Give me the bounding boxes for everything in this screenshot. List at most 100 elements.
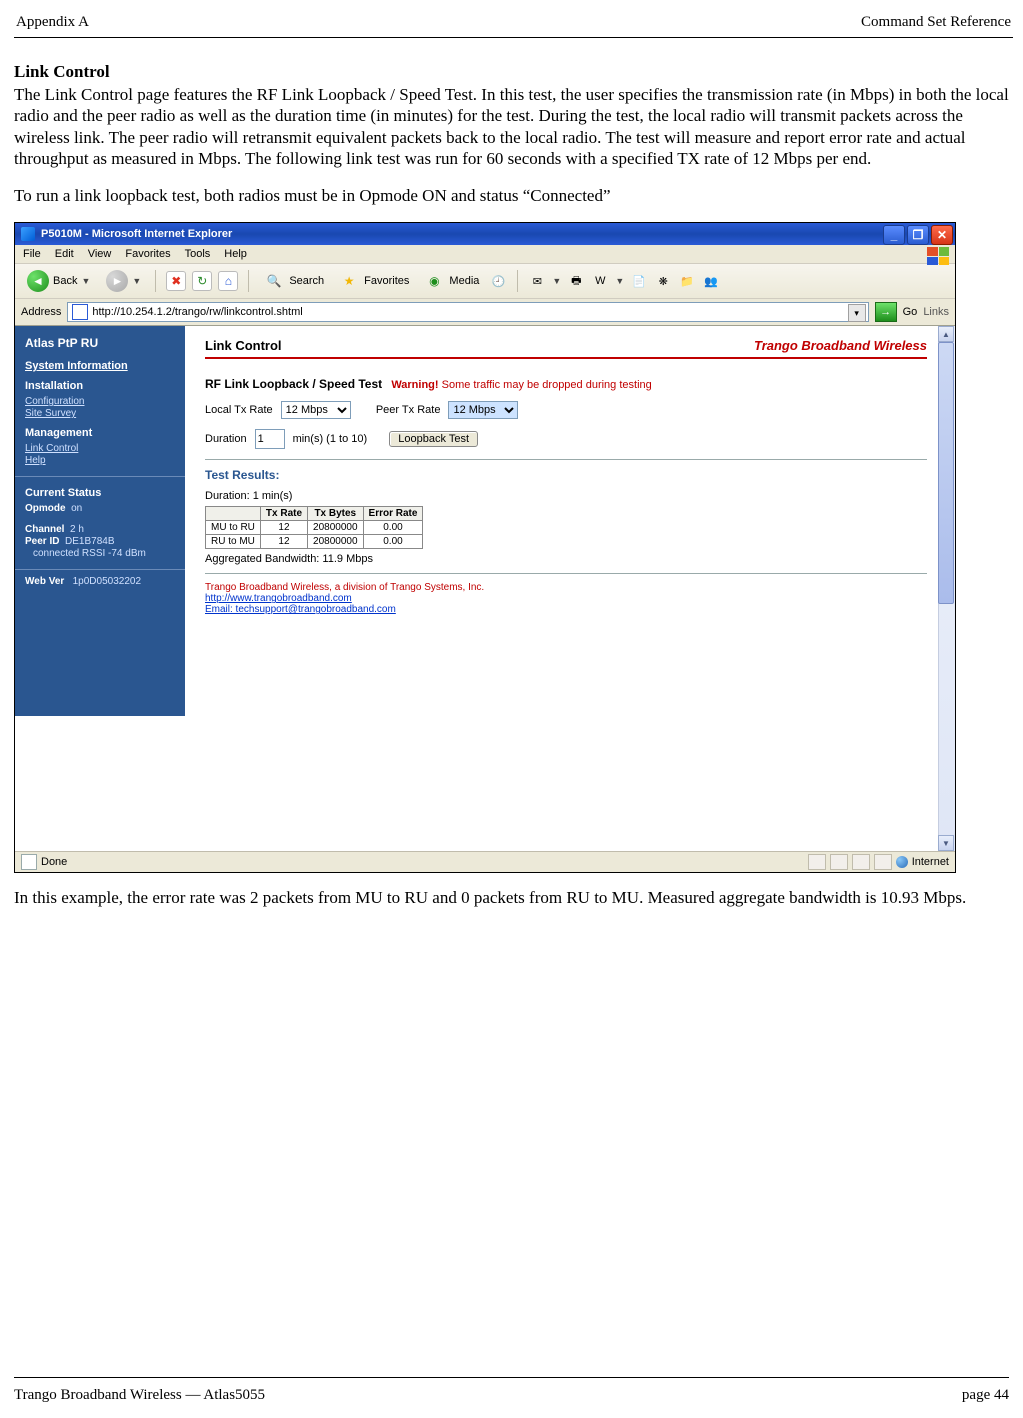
separator bbox=[155, 270, 156, 292]
sidebar: Atlas PtP RU System Information Installa… bbox=[15, 326, 185, 716]
status-pane bbox=[852, 854, 870, 870]
test-title: RF Link Loopback / Speed Test bbox=[205, 377, 382, 391]
content-area: ▲ ▼ Atlas PtP RU System Information Inst… bbox=[15, 326, 955, 851]
duration-input[interactable] bbox=[255, 429, 285, 449]
footer-links: Trango Broadband Wireless, a division of… bbox=[205, 582, 927, 615]
menu-view[interactable]: View bbox=[88, 248, 112, 260]
discuss-icon[interactable]: 📄 bbox=[630, 272, 648, 290]
scroll-down-button[interactable]: ▼ bbox=[938, 835, 954, 851]
doc-footer-right: page 44 bbox=[962, 1387, 1009, 1404]
cell: 20800000 bbox=[308, 535, 364, 549]
warning-label: Warning! bbox=[391, 379, 438, 391]
menu-tools[interactable]: Tools bbox=[185, 248, 211, 260]
table-row: MU to RU 12 20800000 0.00 bbox=[206, 521, 423, 535]
test-heading-row: RF Link Loopback / Speed Test Warning! S… bbox=[205, 377, 927, 391]
results-table: Tx Rate Tx Bytes Error Rate MU to RU 12 … bbox=[205, 506, 423, 549]
close-button[interactable]: ✕ bbox=[931, 225, 953, 245]
page-title: Link Control bbox=[205, 338, 282, 353]
chevron-down-icon: ▼ bbox=[81, 276, 90, 286]
history-icon[interactable]: 🕘 bbox=[489, 272, 507, 290]
txrate-row: Local Tx Rate 12 Mbps Peer Tx Rate 12 Mb… bbox=[205, 401, 927, 419]
sidebar-heading-mgmt: Management bbox=[25, 427, 177, 439]
peer-tx-label: Peer Tx Rate bbox=[376, 404, 441, 416]
go-button[interactable]: → bbox=[875, 302, 897, 322]
channel-value: 2 h bbox=[70, 524, 84, 535]
search-label: Search bbox=[289, 275, 324, 287]
row-label: RU to MU bbox=[206, 535, 261, 549]
cell: 0.00 bbox=[363, 521, 423, 535]
divider bbox=[205, 459, 927, 460]
refresh-icon[interactable]: ↻ bbox=[192, 271, 212, 291]
row-label: MU to RU bbox=[206, 521, 261, 535]
forward-button[interactable]: ► ▼ bbox=[102, 268, 145, 294]
webver-value: 1p0D05032202 bbox=[73, 576, 141, 587]
sidebar-link-configuration[interactable]: Configuration bbox=[25, 396, 177, 407]
status-pane bbox=[874, 854, 892, 870]
footer-company: Trango Broadband Wireless, a division of… bbox=[205, 582, 927, 593]
cell: 20800000 bbox=[308, 521, 364, 535]
folder-icon[interactable]: 📁 bbox=[678, 272, 696, 290]
address-input[interactable]: http://10.254.1.2/trango/rw/linkcontrol.… bbox=[67, 302, 868, 322]
doc-header-left: Appendix A bbox=[16, 14, 89, 31]
menu-favorites[interactable]: Favorites bbox=[125, 248, 170, 260]
sidebar-link-linkcontrol[interactable]: Link Control bbox=[25, 443, 177, 454]
loopback-test-button[interactable]: Loopback Test bbox=[389, 431, 478, 447]
body-para-2: To run a link loopback test, both radios… bbox=[14, 185, 1013, 206]
header-rule bbox=[14, 37, 1013, 38]
th-blank bbox=[206, 507, 261, 521]
home-icon[interactable]: ⌂ bbox=[218, 271, 238, 291]
webver-label: Web Ver bbox=[25, 576, 64, 587]
status-pane bbox=[830, 854, 848, 870]
sidebar-link-help[interactable]: Help bbox=[25, 455, 177, 466]
address-dropdown[interactable]: ▾ bbox=[848, 304, 866, 322]
window-controls: _ ❐ ✕ bbox=[883, 225, 953, 245]
windows-flag-icon bbox=[927, 247, 949, 265]
titlebar: P5010M - Microsoft Internet Explorer _ ❐… bbox=[15, 223, 955, 245]
sidebar-item-sysinfo[interactable]: System Information bbox=[25, 360, 177, 372]
links-label[interactable]: Links bbox=[923, 306, 949, 318]
edit-icon[interactable]: W bbox=[591, 272, 609, 290]
addressbar: Address http://10.254.1.2/trango/rw/link… bbox=[15, 299, 955, 326]
back-label: Back bbox=[53, 275, 77, 287]
maximize-button[interactable]: ❐ bbox=[907, 225, 929, 245]
minimize-button[interactable]: _ bbox=[883, 225, 905, 245]
scrollbar-thumb[interactable] bbox=[938, 342, 954, 604]
table-header-row: Tx Rate Tx Bytes Error Rate bbox=[206, 507, 423, 521]
menu-help[interactable]: Help bbox=[224, 248, 247, 260]
research-icon[interactable]: ❋ bbox=[654, 272, 672, 290]
separator bbox=[248, 270, 249, 292]
peer-tx-select[interactable]: 12 Mbps bbox=[448, 401, 518, 419]
star-icon: ★ bbox=[338, 270, 360, 292]
brand-label: Trango Broadband Wireless bbox=[754, 338, 927, 353]
scroll-up-button[interactable]: ▲ bbox=[938, 326, 954, 342]
stop-icon[interactable]: ✖ bbox=[166, 271, 186, 291]
go-label: Go bbox=[903, 306, 918, 318]
mail-icon[interactable]: ✉ bbox=[528, 272, 546, 290]
search-button[interactable]: 🔍 Search bbox=[259, 268, 328, 294]
local-tx-select[interactable]: 12 Mbps bbox=[281, 401, 351, 419]
th-errate: Error Rate bbox=[363, 507, 423, 521]
messenger-icon[interactable]: 👥 bbox=[702, 272, 720, 290]
warning-text: Some traffic may be dropped during testi… bbox=[439, 379, 652, 391]
chevron-down-icon: ▼ bbox=[552, 276, 561, 286]
footer-email-link[interactable]: Email: techsupport@trangobroadband.com bbox=[205, 604, 927, 615]
sidebar-link-sitesurvey[interactable]: Site Survey bbox=[25, 408, 177, 419]
favorites-button[interactable]: ★ Favorites bbox=[334, 268, 413, 294]
done-icon bbox=[21, 854, 37, 870]
footer-url-link[interactable]: http://www.trangobroadband.com bbox=[205, 593, 927, 604]
menu-edit[interactable]: Edit bbox=[55, 248, 74, 260]
cell: 0.00 bbox=[363, 535, 423, 549]
body-para-3: In this example, the error rate was 2 pa… bbox=[14, 887, 1013, 908]
media-button[interactable]: ◉ Media bbox=[419, 268, 483, 294]
opmode-label: Opmode bbox=[25, 503, 66, 514]
statusbar: Done Internet bbox=[15, 851, 955, 872]
results-title: Test Results: bbox=[205, 468, 927, 482]
chevron-down-icon: ▼ bbox=[132, 276, 141, 286]
menu-file[interactable]: File bbox=[23, 248, 41, 260]
opmode-value: on bbox=[71, 503, 82, 514]
back-button[interactable]: ◄ Back ▼ bbox=[21, 268, 96, 294]
print-icon[interactable]: 🖶 bbox=[567, 272, 585, 290]
doc-header-right: Command Set Reference bbox=[861, 14, 1011, 31]
th-txrate: Tx Rate bbox=[260, 507, 307, 521]
sidebar-heading-install: Installation bbox=[25, 380, 177, 392]
